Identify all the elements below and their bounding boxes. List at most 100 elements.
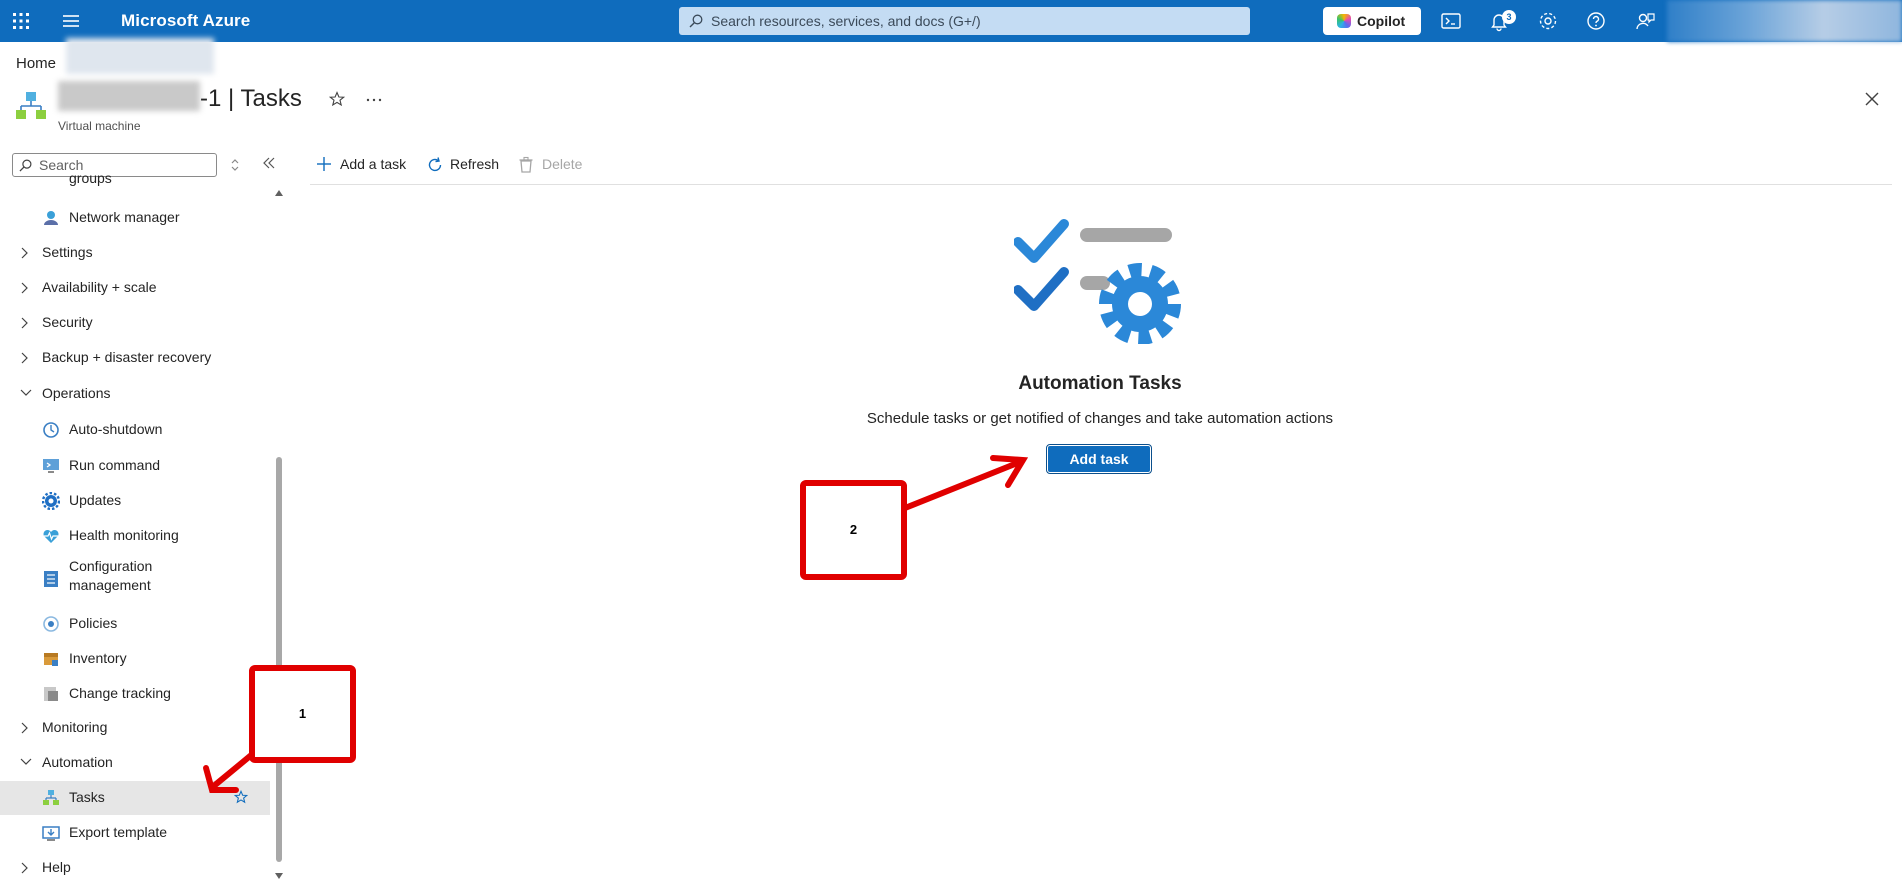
global-search-input[interactable]: Search resources, services, and docs (G+… xyxy=(679,7,1250,35)
change-tracking-icon xyxy=(44,687,58,701)
sidebar-item-label: Change tracking xyxy=(69,685,171,701)
chevron-right-icon xyxy=(21,862,28,874)
settings-gear-icon[interactable] xyxy=(1537,10,1559,32)
sidebar-nav: groups Network manager Settings Availabi… xyxy=(0,172,270,884)
sidebar-group-label: Automation xyxy=(42,754,113,770)
sidebar-group-security[interactable]: Security xyxy=(0,308,270,338)
sidebar-group-operations[interactable]: Operations xyxy=(0,379,270,409)
more-options-icon[interactable] xyxy=(366,98,382,102)
sidebar-group-label: Security xyxy=(42,314,93,330)
sidebar-item-policies[interactable]: Policies xyxy=(0,609,270,639)
sidebar-group-automation[interactable]: Automation xyxy=(0,748,270,778)
cloud-shell-icon[interactable] xyxy=(1440,10,1462,32)
sidebar-item-label: Configuration xyxy=(69,558,153,574)
chevron-right-icon xyxy=(21,722,28,734)
sidebar-item-auto-shutdown[interactable]: Auto-shutdown xyxy=(0,415,270,445)
collapse-sidebar-icon[interactable] xyxy=(262,156,276,170)
page-title: -1 | Tasks xyxy=(200,85,302,112)
search-icon xyxy=(19,159,32,172)
close-icon[interactable] xyxy=(1864,91,1880,107)
sidebar-group-monitoring[interactable]: Monitoring xyxy=(0,713,270,743)
sidebar-item-label: Auto-shutdown xyxy=(69,421,163,437)
account-info-redacted[interactable] xyxy=(1667,0,1902,42)
sidebar-item-inventory[interactable]: Inventory xyxy=(0,644,270,674)
scroll-up-arrow-icon[interactable] xyxy=(274,189,284,197)
hamburger-menu-icon[interactable] xyxy=(62,13,80,29)
sidebar-item-change-tracking[interactable]: Change tracking xyxy=(0,679,270,709)
automation-tasks-illustration-icon xyxy=(1014,219,1181,344)
sidebar-item-label: Tasks xyxy=(69,789,105,805)
sidebar-item-updates[interactable]: Updates xyxy=(0,486,270,516)
sidebar-item-label: Export template xyxy=(69,824,168,840)
sidebar-group-label: Monitoring xyxy=(42,719,108,735)
breadcrumb-redacted xyxy=(66,38,214,74)
breadcrumb: Home xyxy=(16,55,56,72)
sidebar-partial-item[interactable]: groups xyxy=(69,172,112,186)
sidebar-group-availability-scale[interactable]: Availability + scale xyxy=(0,273,270,303)
empty-state-title: Automation Tasks xyxy=(1018,373,1182,394)
sidebar-group-settings[interactable]: Settings xyxy=(0,238,270,268)
chevron-right-icon xyxy=(21,352,28,364)
brand-title[interactable]: Microsoft Azure xyxy=(121,11,250,31)
tasks-resource-icon xyxy=(16,92,46,119)
export-icon xyxy=(42,826,60,841)
sidebar-group-help[interactable]: Help xyxy=(0,853,270,883)
sidebar-item-health-monitoring[interactable]: Health monitoring xyxy=(0,521,270,551)
chevron-right-icon xyxy=(21,282,28,294)
trash-icon xyxy=(519,156,533,173)
empty-state-description: Schedule tasks or get notified of change… xyxy=(866,410,1334,427)
sidebar-group-backup-disaster-recovery[interactable]: Backup + disaster recovery xyxy=(0,343,270,373)
sidebar-item-tasks[interactable]: Tasks xyxy=(0,781,270,815)
sidebar-item-label: Health monitoring xyxy=(69,527,179,543)
inventory-icon xyxy=(44,653,58,666)
copilot-label: Copilot xyxy=(1357,13,1406,29)
favorite-star-icon[interactable] xyxy=(234,790,248,804)
sidebar-item-label: Updates xyxy=(69,492,122,508)
breadcrumb-home-link[interactable]: Home xyxy=(16,55,56,72)
notification-badge: 3 xyxy=(1502,10,1516,24)
chevron-down-icon xyxy=(20,389,32,396)
tasks-icon xyxy=(43,790,59,805)
refresh-icon xyxy=(428,157,442,172)
sidebar-item-export-template[interactable]: Export template xyxy=(0,818,270,848)
chevron-right-icon xyxy=(21,247,28,259)
copilot-button[interactable]: Copilot xyxy=(1323,7,1421,35)
sidebar-group-label: Settings xyxy=(42,244,93,260)
favorite-star-icon[interactable] xyxy=(329,91,345,107)
page-subtitle: Virtual machine xyxy=(58,119,141,133)
sidebar-item-label: Inventory xyxy=(69,650,127,666)
sidebar-item-label: Run command xyxy=(69,457,161,473)
sidebar-item-label-line2: management xyxy=(69,577,151,593)
app-launcher-icon[interactable] xyxy=(12,12,30,30)
plus-icon xyxy=(317,157,331,171)
feedback-icon[interactable] xyxy=(1634,10,1656,32)
sort-icon[interactable] xyxy=(230,158,240,172)
copilot-icon xyxy=(1337,14,1351,28)
resource-name-redacted xyxy=(58,81,200,111)
clock-icon xyxy=(43,422,59,438)
sidebar-item-label: Network manager xyxy=(69,209,180,225)
toolbar-divider xyxy=(310,184,1892,185)
heart-icon xyxy=(43,529,59,543)
chevron-down-icon xyxy=(20,758,32,765)
sidebar-scrollbar-thumb[interactable] xyxy=(276,457,282,862)
sidebar-group-label: Help xyxy=(42,859,71,875)
help-icon[interactable] xyxy=(1585,10,1607,32)
search-icon xyxy=(689,14,703,28)
sidebar-item-run-command[interactable]: Run command xyxy=(0,451,270,481)
global-search-placeholder: Search resources, services, and docs (G+… xyxy=(711,13,981,29)
chevron-right-icon xyxy=(21,317,28,329)
sidebar-item-configuration-management[interactable]: Configuration management xyxy=(0,558,270,598)
sidebar-group-label: Backup + disaster recovery xyxy=(42,349,212,365)
run-command-icon xyxy=(43,459,59,473)
gear-icon xyxy=(42,492,60,510)
scroll-down-arrow-icon[interactable] xyxy=(274,872,284,880)
annotation-callout-1: 1 xyxy=(249,665,356,763)
refresh-label: Refresh xyxy=(450,156,500,172)
top-bar: Microsoft Azure Search resources, servic… xyxy=(0,0,1902,42)
policy-icon xyxy=(43,616,59,632)
delete-label: Delete xyxy=(542,156,583,172)
sidebar-item-network-manager[interactable]: Network manager xyxy=(0,203,270,233)
sidebar-group-label: Operations xyxy=(42,385,111,401)
add-task-button[interactable]: Add task xyxy=(1046,444,1152,474)
